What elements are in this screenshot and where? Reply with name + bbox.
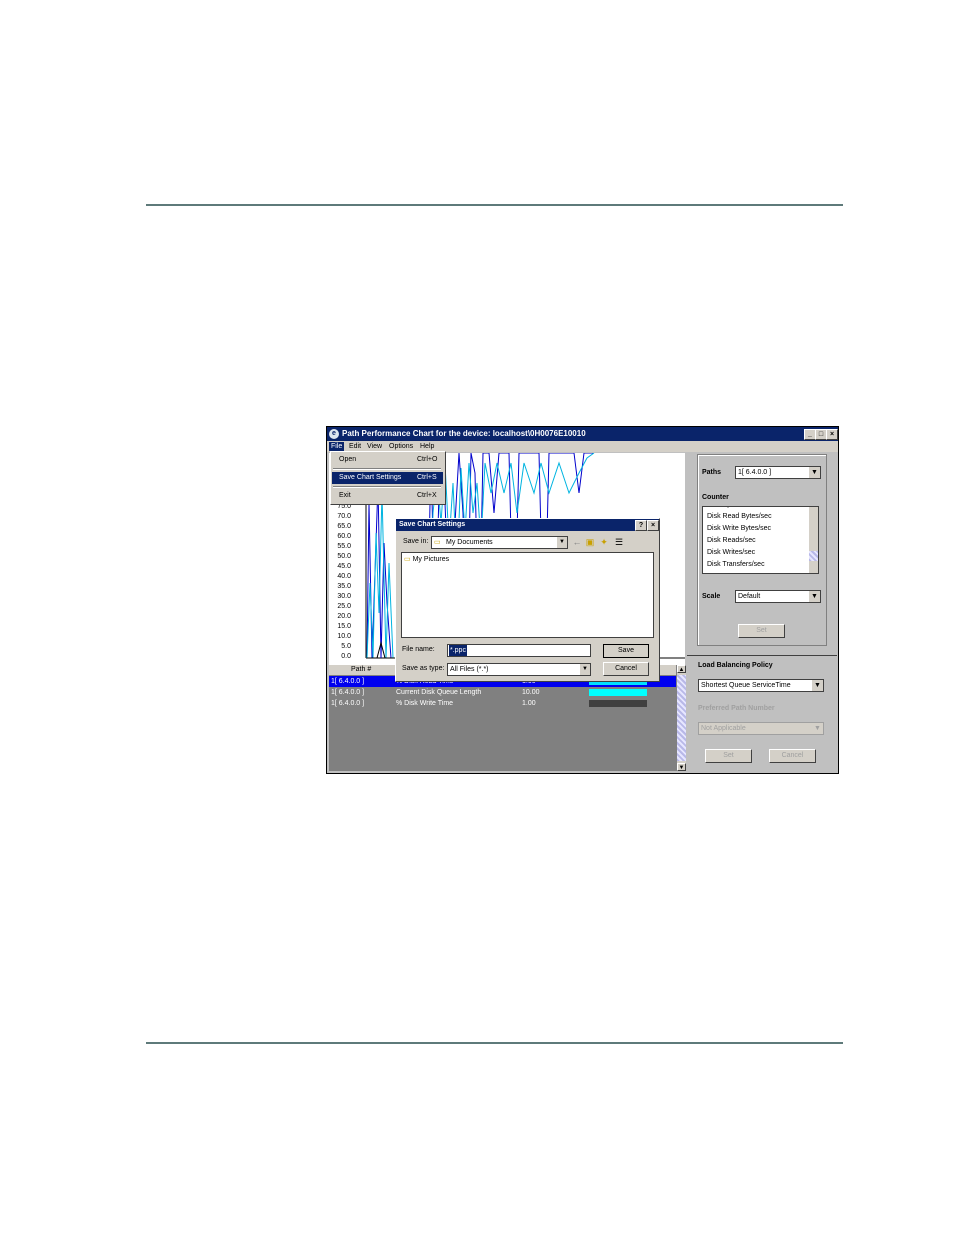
scale-select[interactable]: Default ▼ <box>735 590 821 603</box>
menu-separator <box>333 486 441 488</box>
menu-view[interactable]: View <box>365 442 384 451</box>
cell-counter: Current Disk Queue Length <box>396 689 482 696</box>
cell-path: 1[ 6.4.0.0 ] <box>331 700 365 707</box>
file-name-input[interactable]: *.ppc <box>447 644 591 657</box>
back-icon[interactable]: ← <box>572 537 582 547</box>
lb-cancel-button[interactable]: Cancel <box>769 749 816 763</box>
scale-label: Scale <box>702 593 721 600</box>
preferred-path-label: Preferred Path Number <box>698 705 775 712</box>
menu-item-exit[interactable]: Exit Ctrl+X <box>332 490 443 502</box>
load-balancing-label: Load Balancing Policy <box>698 662 773 669</box>
list-item-label: My Pictures <box>412 556 450 563</box>
save-as-type-label: Save as type: <box>402 665 445 672</box>
load-balancing-select[interactable]: Shortest Queue ServiceTime ▼ <box>698 679 824 692</box>
view-menu-icon[interactable]: ☰ <box>614 537 624 547</box>
paths-select-value: 1[ 6.4.0.0 ] <box>738 469 772 476</box>
paths-select[interactable]: 1[ 6.4.0.0 ] ▼ <box>735 466 821 479</box>
save-button[interactable]: Save <box>603 644 649 658</box>
cancel-button[interactable]: Cancel <box>603 662 649 676</box>
folder-icon: ▭ <box>434 539 441 546</box>
new-folder-icon[interactable]: ✦ <box>599 537 609 547</box>
menu-item-shortcut: Ctrl+O <box>417 456 438 463</box>
paths-label: Paths <box>702 469 722 476</box>
lb-separator <box>687 655 837 656</box>
cell-path: 1[ 6.4.0.0 ] <box>331 678 365 685</box>
color-swatch[interactable] <box>589 689 647 696</box>
scroll-thumb[interactable] <box>809 551 818 561</box>
bottom-rule <box>146 1042 843 1044</box>
menu-item-shortcut: Ctrl+S <box>417 474 437 481</box>
menu-item-label: Exit <box>339 492 351 499</box>
file-menu-dropdown: Open Ctrl+O Save Chart Settings Ctrl+S E… <box>330 451 446 505</box>
cell-path: 1[ 6.4.0.0 ] <box>331 689 365 696</box>
help-icon[interactable]: ? <box>635 520 647 531</box>
cell-counter: % Disk Write Time <box>396 700 454 707</box>
scroll-thumb[interactable] <box>677 675 686 761</box>
list-item[interactable]: Disk Writes/sec <box>705 547 818 559</box>
counter-label: Counter <box>702 494 729 501</box>
app-icon: e <box>329 429 339 439</box>
list-item[interactable]: Disk Reads/sec <box>705 535 818 547</box>
right-panel: Paths 1[ 6.4.0.0 ] ▼ Counter Disk Bytes/… <box>687 453 837 773</box>
window-title: Path Performance Chart for the device: l… <box>342 429 586 438</box>
list-item[interactable]: Disk Transfers/sec <box>705 559 818 571</box>
save-as-type-value: All Files (*.*) <box>450 666 489 673</box>
chevron-down-icon[interactable]: ▼ <box>557 537 567 548</box>
file-list[interactable]: ▭ My Pictures <box>401 552 654 638</box>
scroll-down-icon[interactable]: ▼ <box>677 763 686 771</box>
table-row[interactable]: 1[ 6.4.0.0 ] Current Disk Queue Length 10.… <box>329 687 679 698</box>
save-as-type-select[interactable]: All Files (*.*) ▼ <box>447 663 591 676</box>
file-name-label: File name: <box>402 646 435 653</box>
save-in-value: My Documents <box>446 539 493 546</box>
load-balancing-value: Shortest Queue ServiceTime <box>701 682 791 689</box>
col-path-header: Path # <box>351 666 372 673</box>
window-titlebar[interactable]: e Path Performance Chart for the device:… <box>327 427 838 441</box>
list-item[interactable]: Disk Read Bytes/sec <box>705 511 818 523</box>
save-in-select[interactable]: ▭ My Documents ▼ <box>431 536 568 549</box>
scroll-up-icon[interactable]: ▲ <box>677 665 686 673</box>
dialog-title: Save Chart Settings <box>399 521 466 528</box>
counter-list[interactable]: Disk Bytes/secDisk Read Bytes/secDisk Wr… <box>702 506 819 574</box>
menu-item-label: Open <box>339 456 357 463</box>
menu-item-open[interactable]: Open Ctrl+O <box>332 454 443 466</box>
menu-item-label: Save Chart Settings <box>339 474 402 481</box>
menu-file[interactable]: File <box>329 442 345 451</box>
up-folder-icon[interactable]: ▣ <box>585 537 595 547</box>
top-rule <box>146 204 843 206</box>
close-icon[interactable]: × <box>826 429 838 440</box>
list-item[interactable]: Disk Write Bytes/sec <box>705 523 818 535</box>
counter-list-scrollbar[interactable] <box>809 507 818 573</box>
menu-edit[interactable]: Edit <box>347 442 363 451</box>
color-swatch[interactable] <box>589 700 647 707</box>
lb-set-button[interactable]: Set <box>705 749 752 763</box>
folder-icon: ▭ <box>404 556 411 563</box>
table-row[interactable]: 1[ 6.4.0.0 ] % Disk Write Time 1.00 <box>329 698 679 709</box>
menu-item-shortcut: Ctrl+X <box>417 492 437 499</box>
chevron-down-icon[interactable]: ▼ <box>812 723 823 734</box>
preferred-path-value: Not Applicable <box>701 725 746 732</box>
menu-options[interactable]: Options <box>387 442 415 451</box>
chevron-down-icon[interactable]: ▼ <box>580 664 590 675</box>
cell-scale: 1.00 <box>522 700 536 707</box>
cell-scale: 10.00 <box>522 689 540 696</box>
set-button[interactable]: Set <box>738 624 785 638</box>
preferred-path-select[interactable]: Not Applicable ▼ <box>698 722 824 735</box>
list-item[interactable]: ▭ My Pictures <box>404 555 449 564</box>
scale-select-value: Default <box>738 593 761 600</box>
dialog-titlebar[interactable]: Save Chart Settings ? × <box>396 519 659 531</box>
menu-separator <box>333 468 441 470</box>
chevron-down-icon[interactable]: ▼ <box>812 680 823 691</box>
save-chart-settings-dialog: Save Chart Settings ? × Save in: ▭ My Do… <box>395 518 660 682</box>
menu-item-save-chart-settings[interactable]: Save Chart Settings Ctrl+S <box>332 472 443 484</box>
counter-list-items: Disk Bytes/secDisk Read Bytes/secDisk Wr… <box>703 507 818 571</box>
table-scrollbar[interactable]: ▲ ▼ <box>676 665 686 771</box>
chevron-down-icon[interactable]: ▼ <box>809 591 820 602</box>
file-name-value: *.ppc <box>449 645 467 656</box>
menu-help[interactable]: Help <box>418 442 436 451</box>
close-icon[interactable]: × <box>647 520 659 531</box>
chevron-down-icon[interactable]: ▼ <box>809 467 820 478</box>
save-in-label: Save in: <box>403 538 429 545</box>
